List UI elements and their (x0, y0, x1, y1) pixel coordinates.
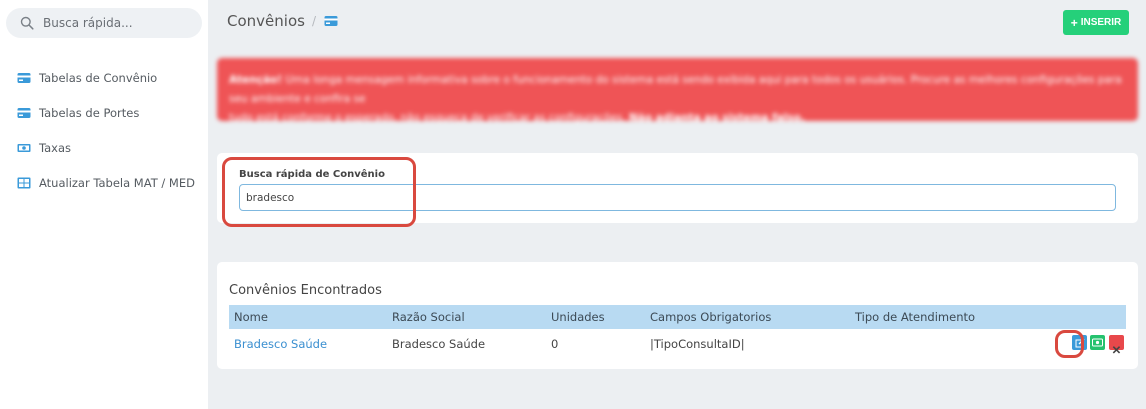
table-row: Bradesco Saúde Bradesco Saúde 0 |TipoCon… (229, 329, 1126, 359)
sidebar-nav: Tabelas de Convênio Tabelas de Portes Ta… (0, 60, 208, 200)
breadcrumb-separator: / (311, 14, 316, 28)
alert-strong: Atenção! (229, 74, 283, 86)
highlight-annotation (222, 157, 416, 227)
results-title: Convênios Encontrados (229, 283, 382, 298)
card-icon (17, 107, 31, 118)
sidebar: Tabelas de Convênio Tabelas de Portes Ta… (0, 0, 208, 409)
card-icon (17, 72, 31, 83)
close-icon: ✕ (1111, 345, 1122, 357)
sidebar-item-label: Tabelas de Convênio (39, 70, 158, 85)
page-title: Convênios (227, 12, 305, 30)
convenio-name-link[interactable]: Bradesco Saúde (234, 337, 327, 351)
alert-text: Uma longa mensagem informativa sobre o f… (229, 74, 1122, 105)
delete-button[interactable]: ✕ (1109, 335, 1124, 357)
table-header: Nome Razão Social Unidades Campos Obriga… (229, 305, 1126, 329)
search-icon (20, 16, 34, 30)
plus-icon: + (1070, 15, 1078, 30)
insert-button-label: INSERIR (1080, 17, 1122, 28)
page-header: Convênios / + INSERIR (208, 0, 1146, 44)
razao-social-cell: Bradesco Saúde (392, 337, 486, 351)
alert-text-2: tudo está conforme o esperado, não esque… (229, 112, 630, 124)
sidebar-item-label: Tabelas de Portes (39, 105, 140, 120)
card-icon (324, 16, 338, 26)
money-icon (1092, 338, 1103, 347)
unidades-cell: 0 (551, 337, 559, 351)
sidebar-item-atualizar-tabela[interactable]: Atualizar Tabela MAT / MED (0, 165, 208, 200)
column-header-unidades: Unidades (551, 310, 605, 324)
column-header-campos: Campos Obrigatorios (650, 310, 772, 324)
sidebar-item-taxas[interactable]: Taxas (0, 130, 208, 165)
sidebar-item-tabelas-portes[interactable]: Tabelas de Portes (0, 95, 208, 130)
money-button[interactable] (1090, 335, 1105, 350)
results-card: Convênios Encontrados Nome Razão Social … (217, 262, 1138, 369)
money-icon (17, 143, 31, 152)
alert-strong-2: Não adianta ao sistema falso. (629, 112, 805, 124)
sidebar-item-label: Taxas (39, 140, 72, 155)
highlight-annotation (1055, 330, 1084, 358)
quick-search[interactable] (6, 8, 202, 38)
column-header-tipo: Tipo de Atendimento (855, 310, 976, 324)
quick-search-input[interactable] (43, 16, 183, 30)
alert-banner: Atenção! Uma longa mensagem informativa … (217, 58, 1138, 124)
sidebar-item-tabelas-convenio[interactable]: Tabelas de Convênio (0, 60, 208, 95)
column-header-nome: Nome (234, 310, 268, 324)
breadcrumb: Convênios / (227, 12, 338, 30)
insert-button[interactable]: + INSERIR (1063, 10, 1129, 35)
sidebar-item-label: Atualizar Tabela MAT / MED (39, 175, 195, 190)
campos-cell: |TipoConsultaID| (650, 337, 745, 351)
table-icon (17, 177, 31, 188)
column-header-razao-social: Razão Social (392, 310, 465, 324)
